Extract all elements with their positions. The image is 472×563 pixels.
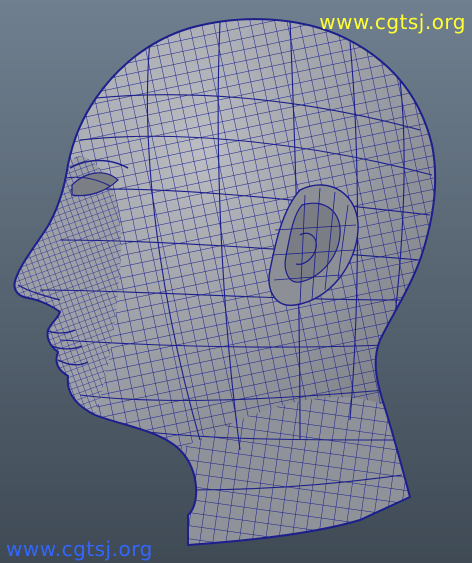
wireframe-mesh <box>14 19 436 545</box>
watermark-bottom-left: www.cgtsj.org <box>6 537 153 561</box>
watermark-top-right: www.cgtsj.org <box>319 10 466 34</box>
render-viewport: www.cgtsj.org www.cgtsj.org <box>0 0 472 563</box>
wireframe-head-render <box>13 18 437 546</box>
